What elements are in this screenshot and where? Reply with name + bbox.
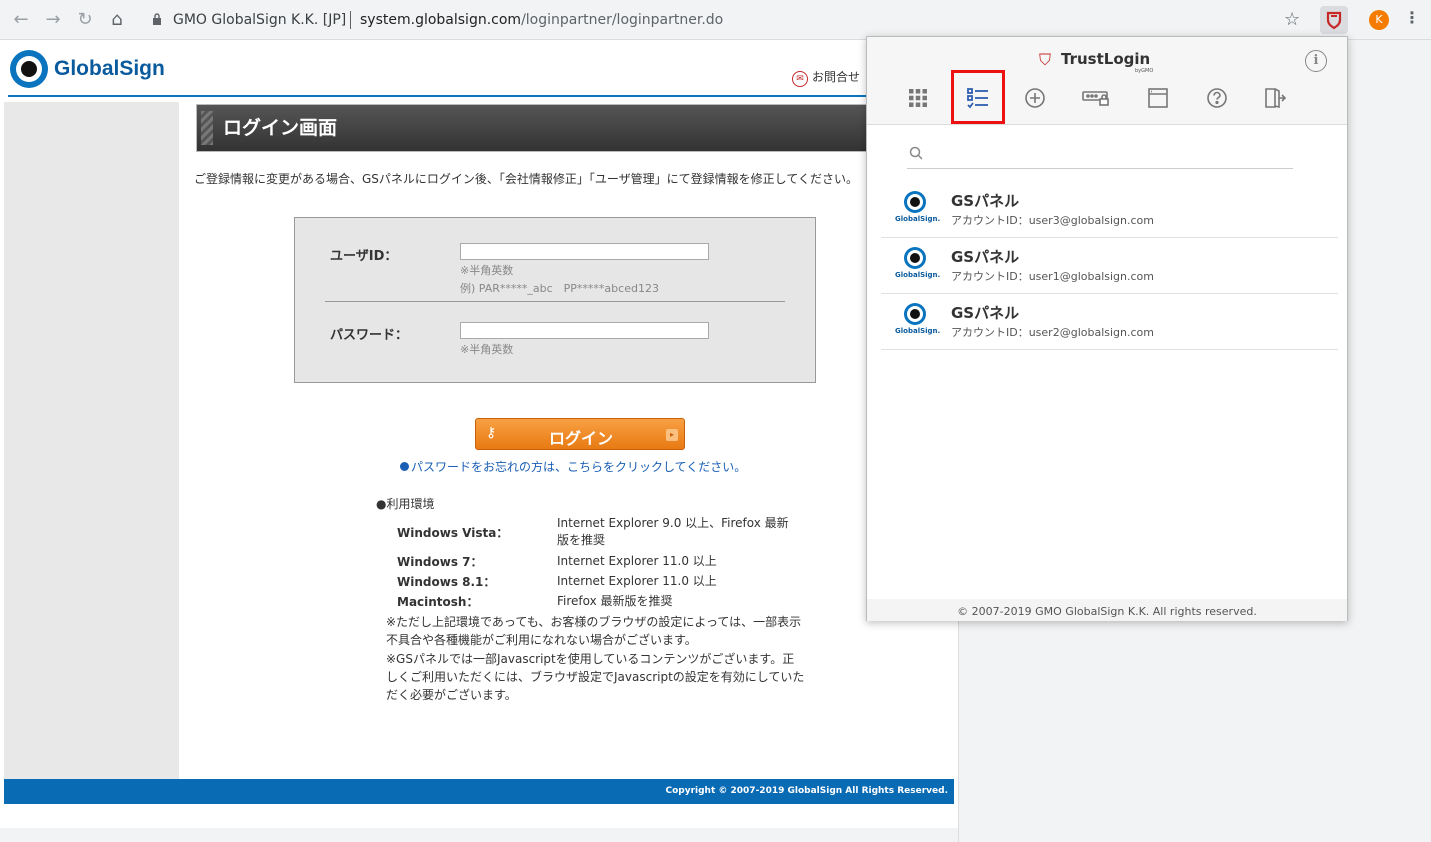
account-item[interactable]: GlobalSign. GSパネル アカウントID：user3@globalsi… xyxy=(881,182,1338,238)
logo-text: GlobalSign. xyxy=(895,215,941,223)
logo-text: GlobalSign. xyxy=(895,271,941,279)
url-host: system.globalsign.com xyxy=(360,12,522,28)
note-text: ※GSパネルでは一部Javascriptを使用しているコンテンツがございます。正… xyxy=(386,652,805,702)
forward-icon[interactable]: → xyxy=(42,9,64,31)
intro-text: ご登録情報に変更がある場合、GSパネルにログイン後、「会社情報修正」「ユーザ管理… xyxy=(194,172,858,186)
password-label: パスワード： xyxy=(330,328,409,343)
globalsign-logo[interactable]: GlobalSign xyxy=(10,50,190,88)
contact-link[interactable]: ✉ お問合せ xyxy=(792,68,860,87)
globalsign-eye-icon xyxy=(904,303,926,325)
page-body: GlobalSign ✉ お問合せ ログイン画面 ご登録情報に変更がある場合、GS… xyxy=(0,40,958,828)
arrow-icon: ▸ xyxy=(666,429,678,441)
globalsign-logo: GlobalSign. xyxy=(895,303,940,339)
trustlogin-popup: ⛉ TrustLogin byGMO i GlobalSign. GSパネル ア… xyxy=(866,36,1348,621)
userid-example: 例) PAR*****_abc PP*****abced123 xyxy=(460,282,659,295)
globalsign-eye-icon xyxy=(904,191,926,213)
account-item[interactable]: GlobalSign. GSパネル アカウントID：user1@globalsi… xyxy=(881,238,1338,294)
apps-grid-icon[interactable] xyxy=(903,83,933,113)
home-icon[interactable]: ⌂ xyxy=(106,9,128,31)
login-button[interactable]: ⚷ ログイン ▸ xyxy=(475,418,685,450)
url-path: /loginpartner/loginpartner.do xyxy=(521,12,724,28)
highlight-box xyxy=(951,70,1005,124)
env-os: Windows Vista： xyxy=(397,526,509,540)
userid-input[interactable] xyxy=(460,243,709,260)
trustlogin-logo: ⛉ TrustLogin byGMO xyxy=(1039,49,1159,74)
header-rule xyxy=(8,95,958,97)
form-divider xyxy=(325,301,785,302)
left-column xyxy=(4,102,179,802)
bullet-icon xyxy=(400,462,409,471)
globalsign-eye-icon xyxy=(10,50,48,88)
account-id: アカウントID：user3@globalsign.com xyxy=(951,214,1154,227)
title-stripe xyxy=(201,111,213,145)
account-id: アカウントID：user1@globalsign.com xyxy=(951,270,1154,283)
logo-text: GlobalSign xyxy=(54,57,165,80)
globalsign-eye-icon xyxy=(904,247,926,269)
bookmark-star-icon[interactable]: ☆ xyxy=(1284,9,1300,30)
env-os: Macintosh： xyxy=(397,595,479,609)
login-form: ユーザID： ※半角英数 例) PAR*****_abc PP*****abce… xyxy=(294,217,816,383)
account-name: GSパネル xyxy=(951,304,1020,322)
trustlogin-shield-icon: ⛉ xyxy=(1039,50,1052,69)
env-browser: Internet Explorer 11.0 以上 xyxy=(557,574,717,588)
env-row: Windows 8.1： Internet Explorer 11.0 以上 xyxy=(397,573,817,591)
env-os: Windows 7： xyxy=(397,555,483,569)
browser-toolbar: ← → ↻ ⌂ GMO GlobalSign K.K. [JP] system.… xyxy=(0,0,1431,40)
brand-sub: byGMO xyxy=(1135,68,1154,74)
popup-header: ⛉ TrustLogin byGMO i xyxy=(867,37,1347,125)
env-row: Macintosh： Firefox 最新版を推奨 xyxy=(397,593,817,611)
note-text: ※ただし上記環境であっても、お客様のブラウザの設定によっては、一部表示不具合や各… xyxy=(386,615,802,647)
notes: ※ただし上記環境であっても、お客様のブラウザの設定によっては、一部表示不具合や各… xyxy=(386,613,806,705)
account-name: GSパネル xyxy=(951,192,1020,210)
page-title: ログイン画面 xyxy=(223,117,338,139)
back-icon[interactable]: ← xyxy=(10,9,32,31)
reload-icon[interactable]: ↻ xyxy=(74,9,96,31)
help-icon[interactable] xyxy=(1202,83,1232,113)
env-os: Windows 8.1： xyxy=(397,575,496,589)
globalsign-logo: GlobalSign. xyxy=(895,191,940,227)
address-bar[interactable]: GMO GlobalSign K.K. [JP] system.globalsi… xyxy=(140,5,1310,35)
site-identity: GMO GlobalSign K.K. [JP] xyxy=(173,12,347,28)
env-row: Windows 7： Internet Explorer 11.0 以上 xyxy=(397,553,817,571)
page-footer: Copyright © 2007-2019 GlobalSign All Rig… xyxy=(4,779,954,804)
contact-label: お問合せ xyxy=(812,70,861,84)
env-browser: Internet Explorer 9.0 以上、Firefox 最新版を推奨 xyxy=(557,516,789,547)
env-title: ●利用環境 xyxy=(376,497,435,511)
trustlogin-shield-icon xyxy=(1326,11,1342,30)
globalsign-logo: GlobalSign. xyxy=(895,247,940,283)
forgot-password-link[interactable]: パスワードをお忘れの方は、こちらをクリックしてください。 xyxy=(400,458,746,475)
url-text: system.globalsign.com/loginpartner/login… xyxy=(360,12,723,28)
lock-icon xyxy=(153,13,161,25)
userid-hint: ※半角英数 xyxy=(460,264,514,277)
logo-text: GlobalSign. xyxy=(895,327,941,335)
trustlogin-extension-button[interactable] xyxy=(1320,6,1348,34)
account-name: GSパネル xyxy=(951,248,1020,266)
search-icon xyxy=(909,146,923,160)
mail-icon: ✉ xyxy=(792,71,808,87)
profile-avatar[interactable]: K xyxy=(1369,10,1389,30)
page-title-bar: ログイン画面 xyxy=(196,104,876,152)
add-circle-icon[interactable] xyxy=(1020,83,1050,113)
userid-label: ユーザID： xyxy=(330,249,398,264)
search-input[interactable] xyxy=(907,143,1293,169)
info-icon[interactable]: i xyxy=(1305,50,1327,72)
window-icon[interactable] xyxy=(1143,83,1173,113)
env-browser: Internet Explorer 11.0 以上 xyxy=(557,554,717,568)
menu-kebab-icon[interactable]: ⋮ xyxy=(1404,8,1420,27)
popup-footer: © 2007-2019 GMO GlobalSign K.K. All righ… xyxy=(867,599,1347,621)
password-hint: ※半角英数 xyxy=(460,343,514,356)
env-browser: Firefox 最新版を推奨 xyxy=(557,594,673,608)
login-button-label: ログイン xyxy=(549,429,614,448)
account-item[interactable]: GlobalSign. GSパネル アカウントID：user2@globalsi… xyxy=(881,294,1338,350)
divider xyxy=(350,11,351,29)
account-id: アカウントID：user2@globalsign.com xyxy=(951,326,1154,339)
password-field-icon[interactable] xyxy=(1081,83,1111,113)
logout-icon[interactable] xyxy=(1260,83,1290,113)
key-icon: ⚷ xyxy=(486,425,497,441)
password-input[interactable] xyxy=(460,322,709,339)
forgot-password-text: パスワードをお忘れの方は、こちらをクリックしてください。 xyxy=(411,460,747,474)
brand-name: TrustLogin xyxy=(1061,50,1151,68)
